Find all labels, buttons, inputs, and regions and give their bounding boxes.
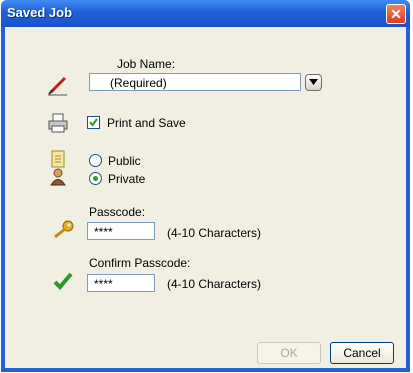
private-radio[interactable] [89,172,102,185]
job-name-label: Job Name: [117,57,176,71]
close-icon: ✕ [390,6,402,22]
close-button[interactable]: ✕ [386,4,406,24]
private-label: Private [108,172,146,186]
job-name-dropdown-button[interactable] [305,74,322,91]
window-title: Saved Job [7,5,73,20]
chevron-down-icon [309,79,318,85]
ok-button[interactable]: OK [257,342,321,364]
user-icon [50,168,66,189]
key-icon [53,220,75,241]
passcode-input[interactable]: **** [87,222,155,240]
confirm-passcode-hint: (4-10 Characters) [167,277,262,291]
confirm-passcode-label: Confirm Passcode: [89,256,191,270]
title-bar[interactable]: Saved Job ✕ [1,0,410,27]
pen-icon [47,74,69,99]
print-and-save-checkbox[interactable] [87,116,100,129]
public-label: Public [108,154,141,168]
passcode-value: **** [94,225,113,239]
cancel-button[interactable]: Cancel [330,342,394,364]
printer-icon [47,113,69,136]
checkmark-icon [89,118,98,127]
checkmark-icon [53,272,73,293]
confirm-passcode-value: **** [94,277,113,291]
confirm-passcode-input[interactable]: **** [87,274,155,292]
public-radio[interactable] [89,154,102,167]
passcode-label: Passcode: [89,205,146,219]
saved-job-dialog: Saved Job ✕ Job Name: (Required) Print a… [1,0,410,372]
dialog-body: Job Name: (Required) Print and Save Publ… [5,27,406,368]
passcode-hint: (4-10 Characters) [167,226,262,240]
job-name-input[interactable]: (Required) [89,73,301,91]
job-name-value: (Required) [110,76,167,90]
private-radio-dot [93,176,98,181]
print-and-save-label: Print and Save [107,116,186,130]
